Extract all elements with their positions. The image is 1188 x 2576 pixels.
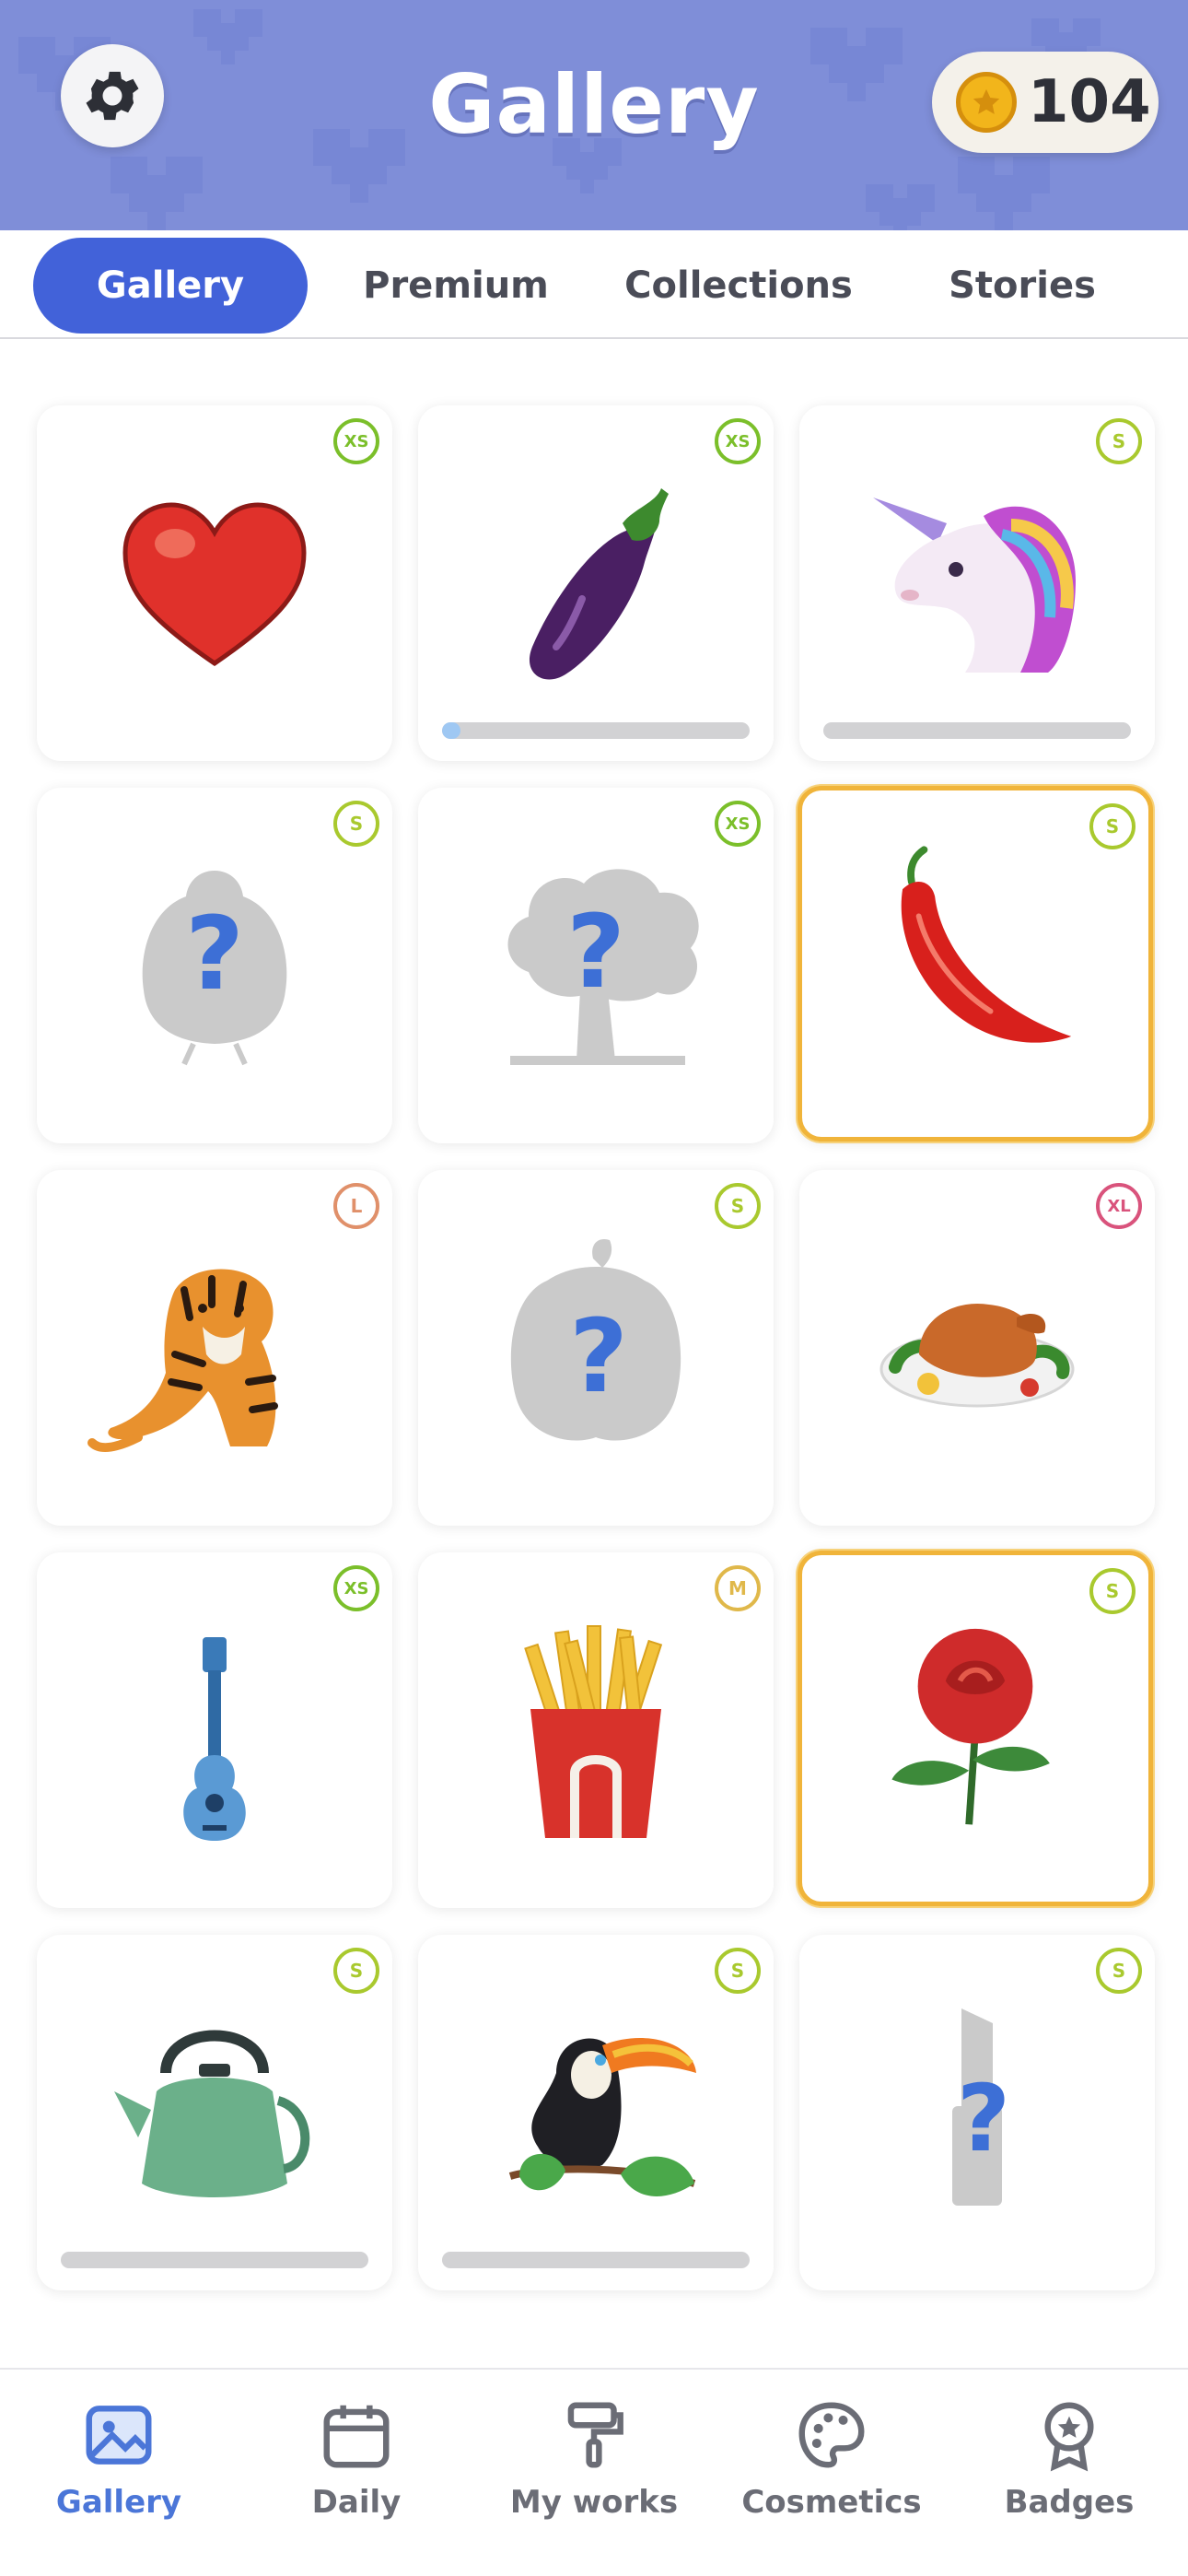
- nav-my-works[interactable]: My works: [475, 2386, 713, 2552]
- progress-bar: [442, 2252, 750, 2268]
- roast-chicken-artwork: [879, 1303, 1075, 1408]
- locked-chick-silhouette: ?: [142, 871, 287, 1066]
- tab-premium[interactable]: Premium: [313, 238, 599, 334]
- gallery-item-eggplant[interactable]: XS: [418, 405, 774, 761]
- header-bar: Gallery 104: [0, 0, 1188, 230]
- nav-cosmetics[interactable]: Cosmetics: [713, 2386, 950, 2552]
- svg-text:?: ?: [566, 893, 625, 1011]
- size-badge: XS: [715, 418, 761, 464]
- progress-bar: [823, 722, 1131, 739]
- kettle-artwork: [114, 2030, 310, 2197]
- gallery-item-locked-chick[interactable]: ? S: [37, 788, 392, 1143]
- size-badge: S: [715, 1948, 761, 1994]
- nav-label: Daily: [311, 2484, 402, 2521]
- gallery-item-tiger[interactable]: L: [37, 1170, 392, 1526]
- french-fries-artwork: [524, 1625, 663, 1838]
- size-badge: M: [715, 1565, 761, 1611]
- size-badge: S: [333, 801, 379, 847]
- toucan-artwork: [508, 2037, 696, 2196]
- size-badge: S: [1096, 418, 1142, 464]
- gallery-item-kettle[interactable]: S: [37, 1935, 392, 2290]
- progress-bar: [61, 2252, 368, 2268]
- progress-bar: [442, 722, 750, 739]
- progress-fill: [442, 722, 461, 739]
- tab-gallery[interactable]: Gallery: [33, 238, 308, 334]
- calendar-icon: [323, 2405, 390, 2468]
- gallery-item-french-fries[interactable]: M: [418, 1552, 774, 1908]
- size-badge: S: [333, 1948, 379, 1994]
- size-badge: XL: [1096, 1183, 1142, 1229]
- image-icon: [86, 2406, 152, 2465]
- size-badge: XS: [333, 1565, 379, 1611]
- bottom-navigation: Gallery Daily My works Cosmetics Badges: [0, 2368, 1188, 2576]
- size-badge: S: [1089, 803, 1136, 849]
- nav-gallery[interactable]: Gallery: [0, 2386, 238, 2552]
- gallery-item-locked-lipstick[interactable]: ? S: [799, 1935, 1155, 2290]
- gallery-item-toucan[interactable]: S: [418, 1935, 774, 2290]
- ukulele-artwork: [183, 1637, 246, 1841]
- coin-star-icon: [956, 72, 1017, 133]
- nav-label: Gallery: [55, 2484, 182, 2521]
- svg-text:?: ?: [569, 1297, 628, 1415]
- gallery-item-locked-tree[interactable]: ? XS: [418, 788, 774, 1143]
- nav-daily[interactable]: Daily: [238, 2386, 475, 2552]
- size-badge: L: [333, 1183, 379, 1229]
- gallery-item-rose[interactable]: S: [798, 1551, 1153, 1906]
- nav-badges[interactable]: Badges: [950, 2386, 1188, 2552]
- category-tabs: Gallery Premium Collections Stories: [0, 230, 1188, 339]
- palette-icon: [798, 2402, 865, 2468]
- tab-collections[interactable]: Collections: [599, 238, 879, 334]
- coin-balance[interactable]: 104: [932, 52, 1159, 153]
- gallery-item-roast-chicken[interactable]: XL: [799, 1170, 1155, 1526]
- svg-text:?: ?: [957, 2065, 1010, 2172]
- eggplant-artwork: [529, 488, 669, 680]
- heart-artwork: [122, 502, 307, 667]
- nav-label: Badges: [1004, 2484, 1135, 2521]
- gallery-item-unicorn[interactable]: S: [799, 405, 1155, 761]
- gallery-item-chili-pepper[interactable]: S: [798, 786, 1153, 1142]
- coin-count: 104: [1028, 68, 1151, 136]
- locked-tree-silhouette: ?: [507, 869, 699, 1065]
- unicorn-artwork: [873, 498, 1076, 673]
- medal-icon: [1044, 2402, 1094, 2472]
- nav-label: Cosmetics: [741, 2484, 922, 2521]
- size-badge: S: [1089, 1568, 1136, 1614]
- gallery-item-ukulele[interactable]: XS: [37, 1552, 392, 1908]
- locked-lipstick-silhouette: ?: [952, 2008, 1010, 2206]
- gallery-item-locked-bell-pepper[interactable]: ? S: [418, 1170, 774, 1526]
- paint-roller-icon: [567, 2402, 623, 2468]
- gallery-item-heart[interactable]: XS: [37, 405, 392, 761]
- size-badge: XS: [715, 801, 761, 847]
- svg-text:?: ?: [185, 895, 244, 1013]
- tiger-artwork: [87, 1269, 278, 1453]
- size-badge: S: [715, 1183, 761, 1229]
- locked-bell-pepper-silhouette: ?: [510, 1238, 681, 1441]
- size-badge: XS: [333, 418, 379, 464]
- size-badge: S: [1096, 1948, 1142, 1994]
- nav-label: My works: [509, 2484, 679, 2521]
- tab-stories[interactable]: Stories: [884, 238, 1160, 334]
